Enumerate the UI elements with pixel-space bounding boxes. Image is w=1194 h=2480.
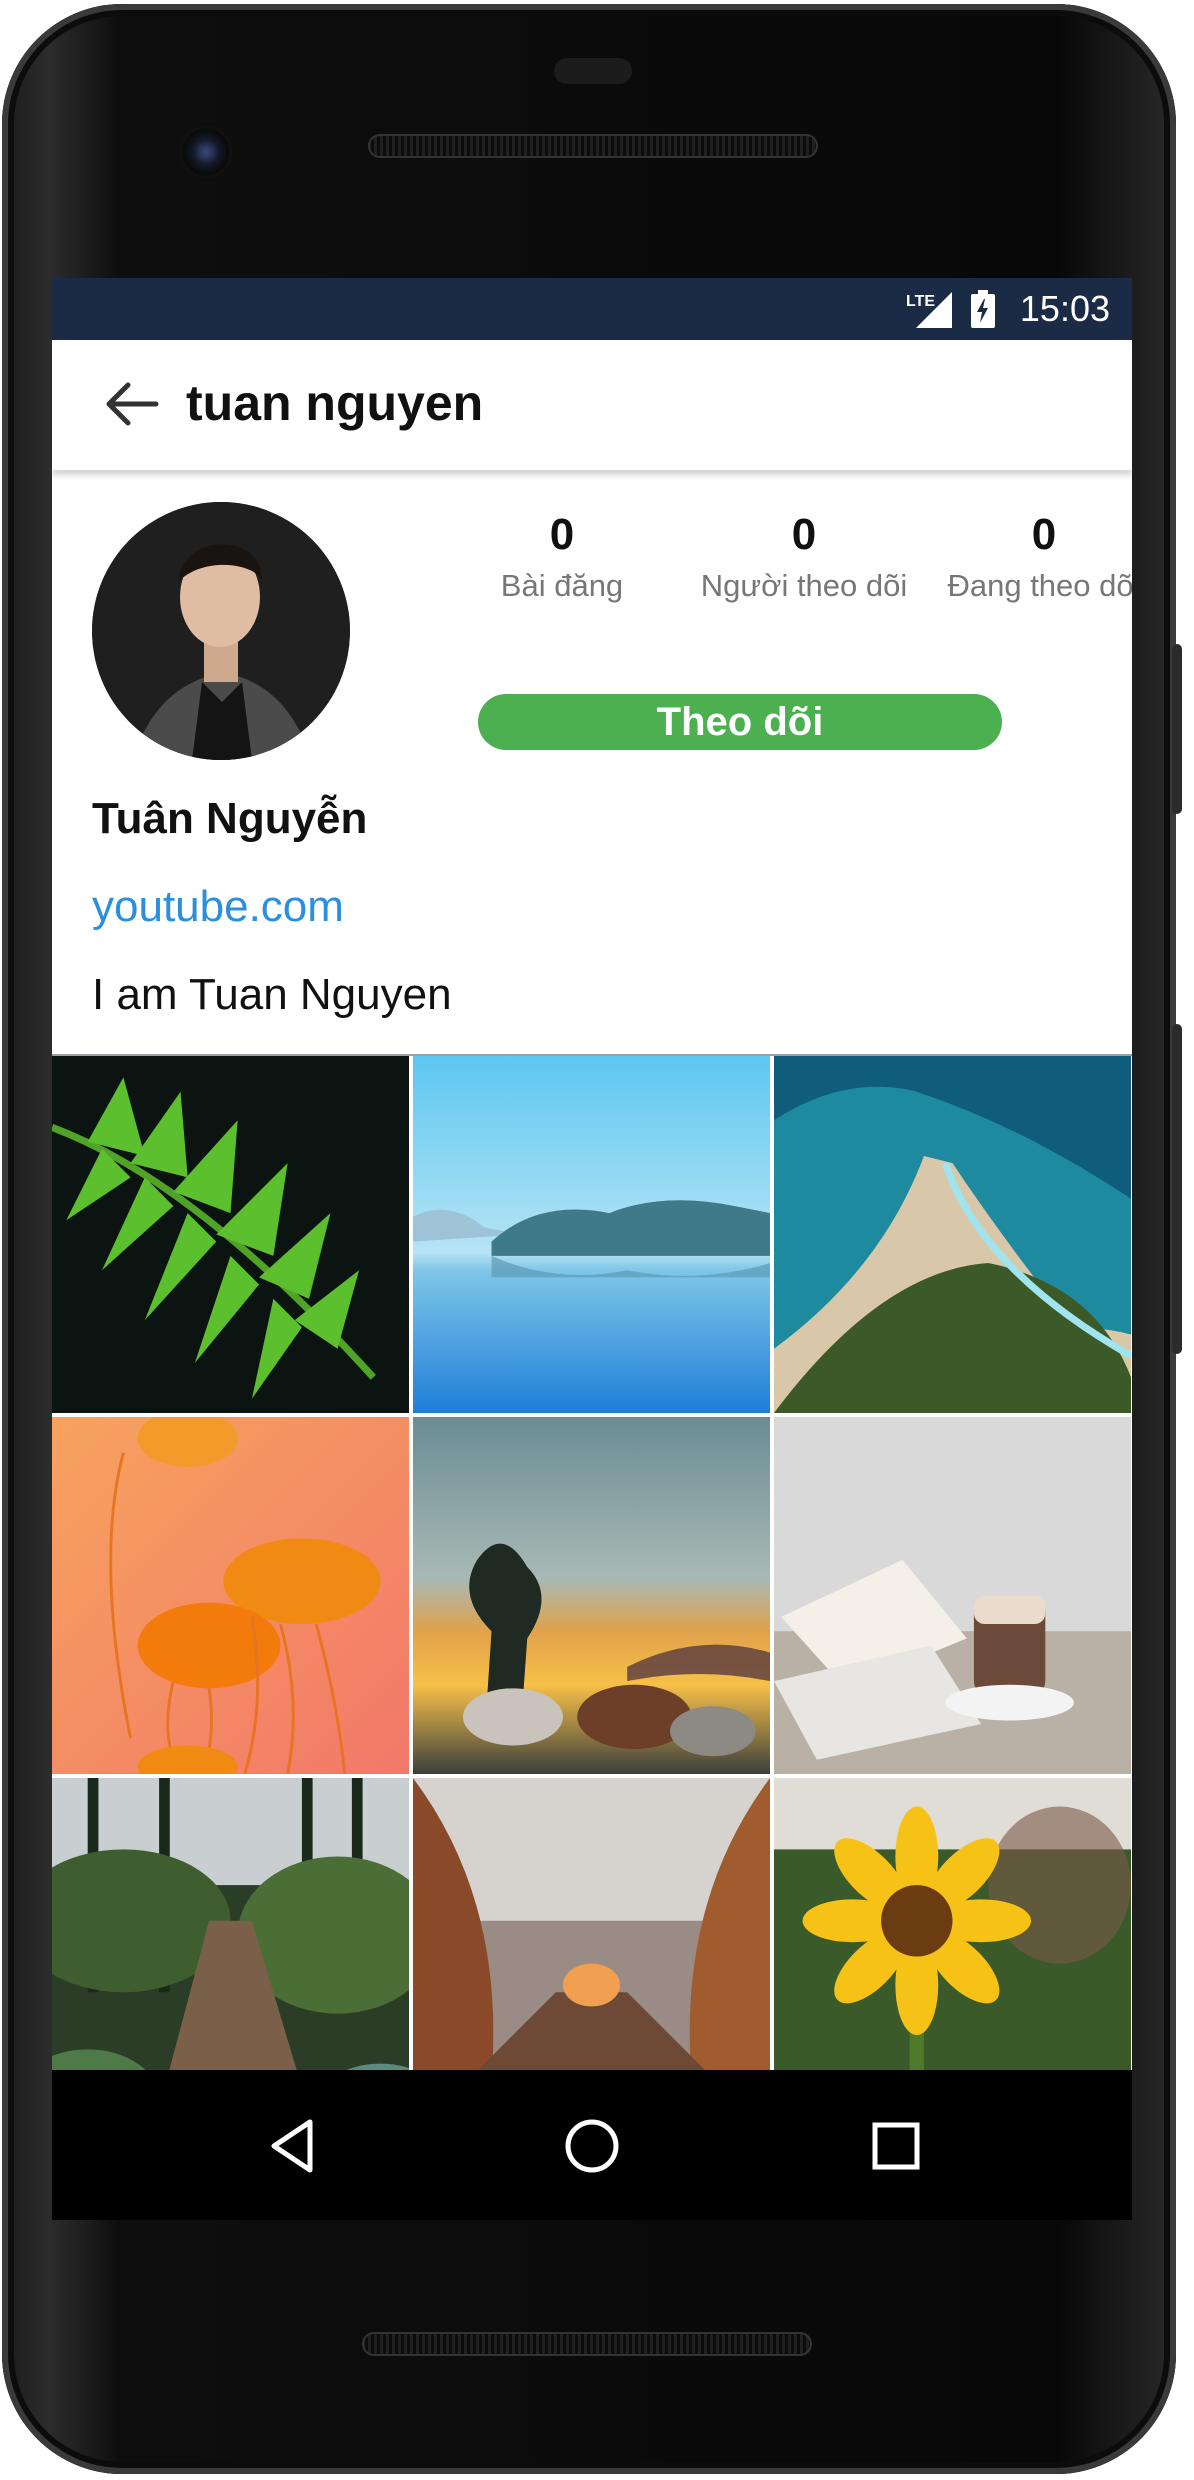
stat-followers-block[interactable]: 0 Người theo dõi bbox=[684, 510, 924, 604]
follow-button[interactable]: Theo dõi bbox=[478, 694, 1002, 750]
page-title: tuan nguyen bbox=[186, 375, 484, 431]
followers-label: Người theo dõi bbox=[700, 568, 908, 603]
volume-button bbox=[1172, 1024, 1182, 1354]
stat-following-block[interactable]: 0 Đang theo dõi bbox=[924, 510, 1132, 604]
following-label: Đang theo dõi bbox=[947, 568, 1132, 603]
earpiece bbox=[554, 58, 632, 84]
following-count: 0 bbox=[1031, 510, 1057, 559]
svg-text:LTE: LTE bbox=[906, 293, 935, 310]
profile-display-name: Tuân Nguyễn bbox=[92, 794, 368, 843]
power-button bbox=[1172, 644, 1182, 814]
profile-bio: I am Tuan Nguyen bbox=[92, 970, 452, 1019]
back-triangle-icon[interactable] bbox=[264, 2116, 324, 2176]
photo-horses-sunset[interactable] bbox=[413, 1417, 770, 1774]
photo-sunflower[interactable] bbox=[774, 1778, 1131, 2070]
profile-avatar[interactable] bbox=[92, 502, 350, 760]
front-camera bbox=[180, 126, 232, 178]
photo-coffee-book[interactable] bbox=[774, 1417, 1131, 1774]
followers-count: 0 bbox=[791, 510, 817, 559]
recents-square-icon[interactable] bbox=[866, 2116, 926, 2176]
profile-website-link[interactable]: youtube.com bbox=[92, 882, 344, 932]
status-time: 15:03 bbox=[1019, 288, 1110, 329]
photo-fern[interactable] bbox=[52, 1056, 409, 1413]
photo-grid bbox=[52, 1056, 1132, 2070]
top-speaker bbox=[368, 134, 818, 158]
photo-forest-bridge[interactable] bbox=[52, 1778, 409, 2070]
bottom-speaker bbox=[362, 2332, 812, 2356]
status-bar: LTE 15:03 bbox=[52, 278, 1132, 340]
photo-lake[interactable] bbox=[413, 1056, 770, 1413]
system-nav-bar bbox=[52, 2070, 1132, 2220]
stat-posts-block[interactable]: 0 Bài đăng bbox=[442, 510, 682, 604]
battery-charging-icon bbox=[971, 290, 995, 328]
photo-beach[interactable] bbox=[774, 1056, 1131, 1413]
posts-label: Bài đăng bbox=[500, 568, 624, 603]
home-circle-icon[interactable] bbox=[562, 2116, 622, 2176]
lte-signal-icon: LTE bbox=[906, 292, 952, 328]
screen: LTE 15:03 tuan nguyen 0 Bài đăng 0 Người… bbox=[52, 278, 1132, 2070]
photo-jellyfish[interactable] bbox=[52, 1417, 409, 1774]
photo-autumn-path[interactable] bbox=[413, 1778, 770, 2070]
posts-count: 0 bbox=[549, 510, 575, 559]
arrow-back-icon[interactable] bbox=[102, 375, 160, 433]
app-bar: tuan nguyen bbox=[52, 340, 1132, 470]
